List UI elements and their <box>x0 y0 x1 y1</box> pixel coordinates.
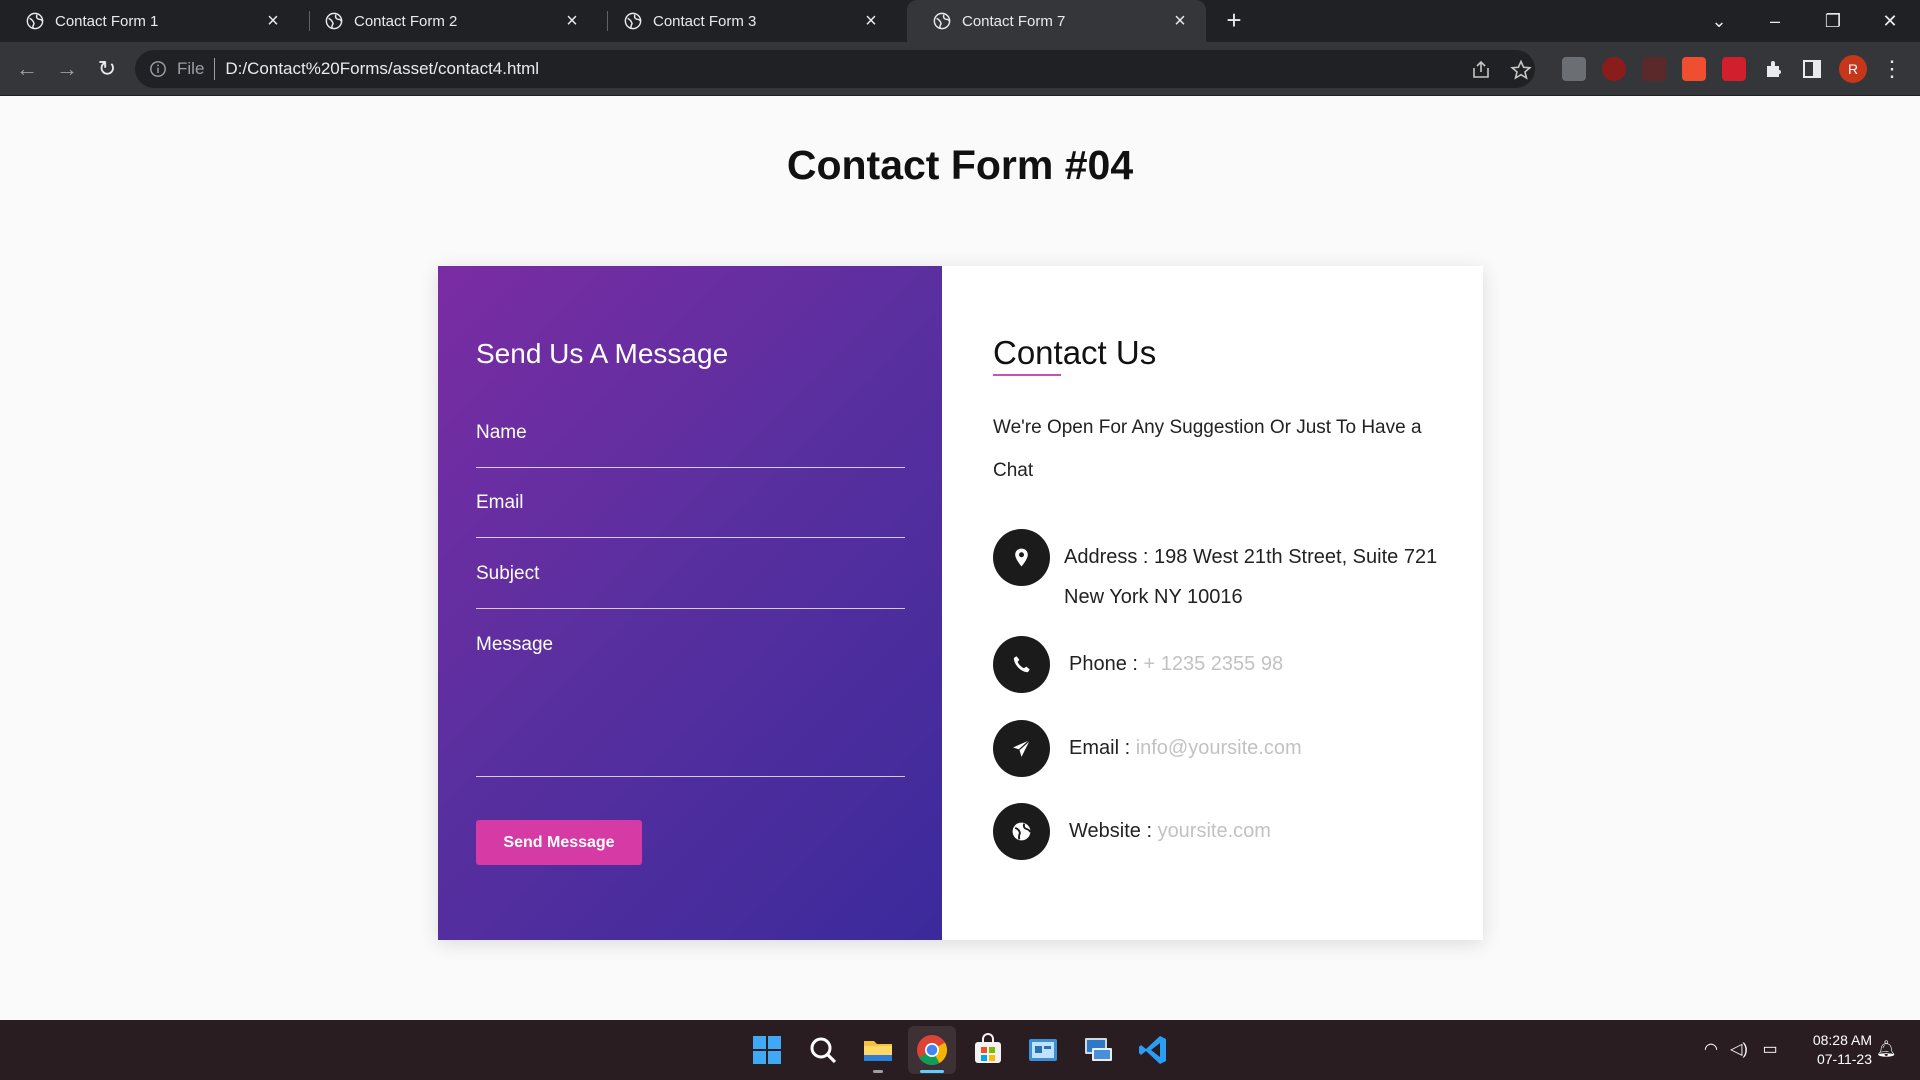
globe-icon <box>325 12 343 30</box>
website-label: Website : <box>1069 820 1152 842</box>
tab-search-chevron-icon[interactable]: ⌄ <box>1706 8 1732 34</box>
omnibox-divider <box>214 58 216 80</box>
new-tab-button[interactable]: + <box>1222 7 1246 33</box>
windows-taskbar: ◠ ◁) ▭ 08:28 AM 07-11-23 🔔︎ <box>0 1020 1920 1080</box>
email-label: Email : <box>1069 737 1131 759</box>
browser-toolbar: ← → ↻ File D:/Contact%20Forms/asset/cont… <box>0 42 1920 96</box>
side-panel-icon[interactable] <box>1800 57 1824 81</box>
extension-icon[interactable] <box>1642 57 1666 81</box>
contact-card: Send Us A Message Name Email Subject Mes… <box>438 266 1483 940</box>
message-placeholder: Message <box>476 634 554 655</box>
message-textarea[interactable]: Message <box>476 634 905 777</box>
form-heading: Send Us A Message <box>476 338 729 369</box>
send-message-button[interactable]: Send Message <box>476 820 642 865</box>
extension-icon[interactable] <box>1562 57 1586 81</box>
name-placeholder: Name <box>476 422 527 443</box>
control-panel-icon[interactable] <box>1025 1032 1061 1068</box>
globe-icon <box>26 12 44 30</box>
website-text: Website : yoursite.com <box>1069 811 1271 851</box>
browser-tab-bar: Contact Form 1 × Contact Form 2 × Contac… <box>0 0 1920 42</box>
paper-plane-icon <box>993 720 1050 777</box>
minimize-button[interactable]: – <box>1762 8 1788 34</box>
tab-contact-form-1[interactable]: Contact Form 1 × <box>0 0 299 42</box>
map-marker-icon <box>993 529 1050 586</box>
contact-heading: Contact Us <box>993 334 1157 376</box>
reload-button[interactable]: ↻ <box>93 55 121 83</box>
close-tab-icon[interactable]: × <box>861 11 881 31</box>
close-tab-icon[interactable]: × <box>562 11 582 31</box>
email-placeholder: Email <box>476 492 524 513</box>
scheme-label: File <box>177 59 205 78</box>
globe-icon <box>993 803 1050 860</box>
ublock-icon[interactable] <box>1602 57 1626 81</box>
email-field[interactable]: Email <box>476 492 905 538</box>
email-value[interactable]: info@yoursite.com <box>1136 737 1302 759</box>
phone-label: Phone : <box>1069 653 1138 675</box>
address-text: Address : 198 West 21th Street, Suite 72… <box>1064 537 1464 617</box>
address-label: Address : <box>1064 546 1149 568</box>
battery-icon[interactable]: ▭ <box>1760 1040 1780 1060</box>
contact-info-panel: Contact Us We're Open For Any Suggestion… <box>942 266 1483 940</box>
back-button[interactable]: ← <box>13 55 41 83</box>
website-value[interactable]: yoursite.com <box>1158 820 1271 842</box>
running-indicator <box>873 1070 883 1073</box>
contact-heading-text: Contact Us <box>993 334 1157 371</box>
vscode-icon[interactable] <box>1135 1032 1171 1068</box>
close-tab-icon[interactable]: × <box>1170 11 1190 31</box>
active-indicator <box>920 1070 944 1073</box>
microsoft-store-icon[interactable] <box>970 1032 1006 1068</box>
puzzle-extensions-icon[interactable] <box>1762 57 1786 81</box>
email-text: Email : info@yoursite.com <box>1069 728 1302 768</box>
tab-title: Contact Form 2 <box>354 12 458 30</box>
bookmark-star-icon[interactable] <box>1510 59 1532 81</box>
tab-title: Contact Form 7 <box>962 12 1066 30</box>
remote-desktop-icon[interactable] <box>1080 1032 1116 1068</box>
volume-icon[interactable]: ◁) <box>1729 1040 1749 1060</box>
profile-avatar[interactable]: R <box>1839 55 1867 83</box>
heading-underline <box>993 374 1061 376</box>
url-text[interactable]: D:/Contact%20Forms/asset/contact4.html <box>225 59 539 79</box>
chrome-icon[interactable] <box>914 1032 950 1068</box>
restore-button[interactable]: ❐ <box>1820 8 1846 34</box>
share-icon[interactable] <box>1470 59 1492 81</box>
file-explorer-icon[interactable] <box>860 1032 896 1068</box>
globe-icon <box>624 12 642 30</box>
clock-time: 08:28 AM <box>1812 1032 1872 1048</box>
phone-text: Phone : + 1235 2355 98 <box>1069 644 1283 684</box>
tab-contact-form-3[interactable]: Contact Form 3 × <box>598 0 897 42</box>
tab-contact-form-7[interactable]: Contact Form 7 × <box>907 0 1206 42</box>
close-tab-icon[interactable]: × <box>263 11 283 31</box>
address-bar[interactable]: File D:/Contact%20Forms/asset/contact4.h… <box>135 50 1535 88</box>
address-line2: New York NY 10016 <box>1064 586 1243 608</box>
phone-icon <box>993 636 1050 693</box>
info-icon <box>150 61 166 77</box>
menu-kebab-icon[interactable]: ⋮ <box>1880 55 1904 83</box>
subject-placeholder: Subject <box>476 563 540 584</box>
address-line1: 198 West 21th Street, Suite 721 <box>1154 546 1438 568</box>
globe-icon <box>933 12 951 30</box>
wifi-icon[interactable]: ◠ <box>1701 1040 1721 1060</box>
clock-date: 07-11-23 <box>1816 1051 1872 1067</box>
forward-button[interactable]: → <box>53 55 81 83</box>
notification-bell-icon[interactable]: 🔔︎ <box>1876 1040 1896 1060</box>
search-icon[interactable] <box>805 1032 841 1068</box>
system-clock[interactable]: 08:28 AM 07-11-23 <box>1796 1031 1872 1069</box>
tab-title: Contact Form 3 <box>653 12 757 30</box>
close-window-button[interactable]: ✕ <box>1877 8 1903 34</box>
extension-icon[interactable] <box>1722 57 1746 81</box>
subject-field[interactable]: Subject <box>476 563 905 609</box>
tab-contact-form-2[interactable]: Contact Form 2 × <box>299 0 598 42</box>
page-title: Contact Form #04 <box>786 142 1134 188</box>
contact-intro: We're Open For Any Suggestion Or Just To… <box>993 417 1422 481</box>
extension-icon[interactable] <box>1682 57 1706 81</box>
windows-start-icon[interactable] <box>749 1032 785 1068</box>
message-form-panel: Send Us A Message Name Email Subject Mes… <box>438 266 942 940</box>
name-field[interactable]: Name <box>476 422 905 468</box>
tab-title: Contact Form 1 <box>55 12 159 30</box>
phone-value[interactable]: + 1235 2355 98 <box>1144 653 1284 675</box>
